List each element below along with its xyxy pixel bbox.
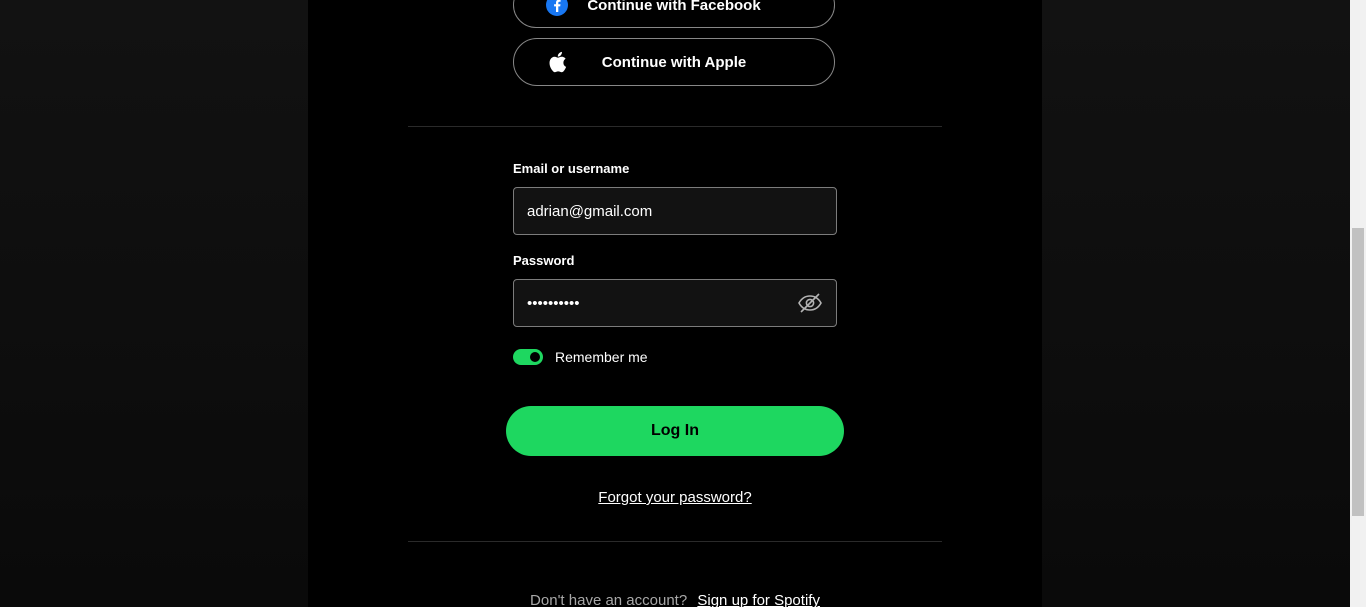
password-label: Password <box>513 253 575 268</box>
forgot-password: Forgot your password? <box>308 489 1042 506</box>
login-panel: Continue with Facebook Continue with App… <box>308 0 1042 607</box>
facebook-icon <box>546 0 568 17</box>
forgot-password-link[interactable]: Forgot your password? <box>598 489 751 506</box>
email-field[interactable]: adrian@gmail.com <box>513 187 837 235</box>
signup-row: Don't have an account? Sign up for Spoti… <box>308 592 1042 607</box>
log-in-button[interactable]: Log In <box>506 406 844 456</box>
section-divider <box>408 126 942 127</box>
remember-me-label: Remember me <box>555 349 648 365</box>
facebook-button-label: Continue with Facebook <box>587 0 761 14</box>
toggle-knob <box>530 352 540 362</box>
signup-link[interactable]: Sign up for Spotify <box>697 592 820 607</box>
apple-button-label: Continue with Apple <box>601 53 747 71</box>
signup-prompt: Don't have an account? <box>530 592 688 607</box>
eye-slash-icon[interactable] <box>797 291 823 315</box>
page: Continue with Facebook Continue with App… <box>0 0 1366 607</box>
email-value: adrian@gmail.com <box>527 202 653 220</box>
email-label: Email or username <box>513 161 630 176</box>
password-value: •••••••••• <box>527 294 580 312</box>
scrollbar[interactable] <box>1350 0 1366 607</box>
remember-me: Remember me <box>513 349 648 365</box>
bottom-divider <box>408 541 942 542</box>
continue-with-facebook-button[interactable]: Continue with Facebook <box>513 0 835 28</box>
remember-me-toggle[interactable] <box>513 349 543 365</box>
apple-icon <box>546 50 568 74</box>
continue-with-apple-button[interactable]: Continue with Apple <box>513 38 835 86</box>
scrollbar-thumb[interactable] <box>1352 228 1364 516</box>
password-field[interactable]: •••••••••• <box>513 279 837 327</box>
